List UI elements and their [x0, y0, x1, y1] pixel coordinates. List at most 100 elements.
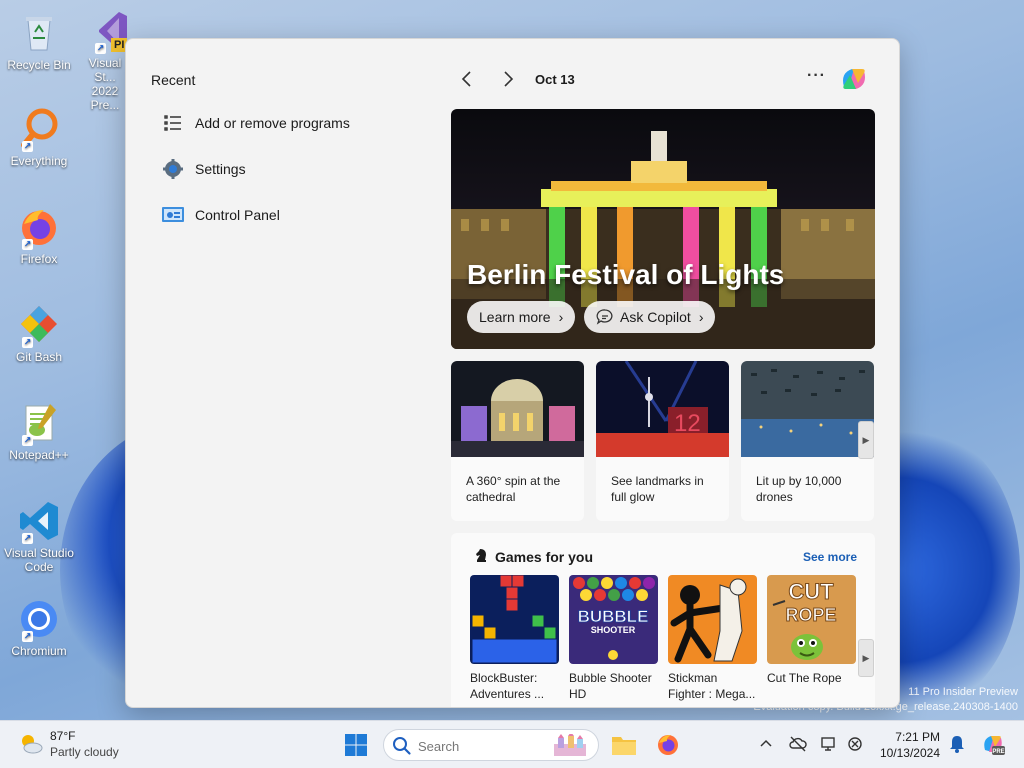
- story-card-cathedral[interactable]: A 360° spin at the cathedral: [451, 361, 584, 521]
- desktop-icon-notepadpp[interactable]: ↗ Notepad++: [4, 400, 74, 462]
- recent-item-add-remove-programs[interactable]: Add or remove programs: [161, 111, 350, 135]
- chevron-right-icon: ›: [698, 309, 704, 325]
- chat-bubble-icon: [596, 308, 614, 326]
- games-see-more-link[interactable]: See more: [803, 550, 857, 564]
- feed-date: Oct 13: [535, 72, 575, 87]
- cards-scroll-right-button[interactable]: ▶: [858, 421, 874, 459]
- network-icon[interactable]: [820, 735, 838, 753]
- story-card-caption: Lit up by 10,000 drones: [756, 474, 842, 504]
- blockbuster-image: [470, 575, 559, 664]
- recent-item-label: Control Panel: [195, 207, 280, 223]
- desktop-icon-git-bash[interactable]: ↗ Git Bash: [4, 302, 74, 364]
- next-day-button[interactable]: [498, 69, 518, 89]
- story-card-drones[interactable]: Lit up by 10,000 drones: [741, 361, 874, 521]
- desktop-icon-recycle-bin[interactable]: Recycle Bin: [4, 10, 74, 72]
- taskbar-search-box[interactable]: [383, 729, 599, 761]
- firefox-icon: [658, 735, 678, 755]
- cut-the-rope-image: CUT ROPE: [767, 575, 856, 664]
- recent-item-control-panel[interactable]: Control Panel: [161, 203, 280, 227]
- vscode-icon: ↗: [16, 498, 62, 544]
- clock-time[interactable]: 7:21 PM: [880, 730, 940, 744]
- learn-more-button[interactable]: Learn more ›: [467, 301, 576, 333]
- story-card-caption: A 360° spin at the cathedral: [466, 474, 561, 504]
- desktop-icon-label: Everything: [10, 154, 68, 168]
- drones-image: [741, 361, 874, 457]
- ask-copilot-button[interactable]: Ask Copilot ›: [584, 301, 716, 333]
- desktop-icon-label: Firefox: [20, 252, 58, 266]
- windows-logo-icon: [345, 734, 367, 756]
- desktop-icon-chromium[interactable]: ↗ Chromium: [4, 596, 74, 658]
- games-scroll-right-button[interactable]: ▶: [858, 639, 874, 677]
- start-menu: Recent Add or remove programs Settings C…: [125, 38, 900, 708]
- volume-muted-icon[interactable]: [846, 735, 864, 753]
- onedrive-offline-icon[interactable]: [789, 735, 807, 753]
- weather-description[interactable]: Partly cloudy: [50, 745, 119, 759]
- control-panel-icon: [161, 203, 185, 227]
- games-heading: Games for you: [495, 549, 594, 565]
- shortcut-arrow-icon: ↗: [95, 43, 106, 54]
- svg-text:ROPE: ROPE: [785, 605, 836, 625]
- partly-cloudy-icon[interactable]: [18, 731, 44, 757]
- more-options-button[interactable]: ···: [807, 67, 826, 85]
- desktop-icon-label: Chromium: [11, 644, 67, 658]
- desktop-icon-firefox[interactable]: ↗ Firefox: [4, 204, 74, 266]
- desktop-icon-label: Visual St... 2022 Pre...: [88, 56, 122, 112]
- copilot-taskbar-button[interactable]: PRE: [980, 731, 1006, 757]
- shortcut-arrow-icon: ↗: [22, 631, 33, 642]
- desktop-icon-label: Visual Studio Code: [4, 546, 74, 574]
- git-bash-icon: ↗: [16, 302, 62, 348]
- folder-icon: [612, 737, 636, 755]
- game-tile-blockbuster[interactable]: BlockBuster: Adventures ...: [470, 575, 559, 702]
- game-tile-cut-the-rope[interactable]: CUT ROPE Cut The Rope: [767, 575, 856, 686]
- cathedral-image: [451, 361, 584, 457]
- learn-more-label: Learn more: [479, 309, 551, 325]
- tv-tower-image: 12: [596, 361, 729, 457]
- game-tile-stickman-fighter[interactable]: Stickman Fighter : Mega...: [668, 575, 757, 702]
- search-highlight-castle-icon: [550, 732, 590, 763]
- bubble-shooter-image: BUBBLE SHOOTER: [569, 575, 658, 664]
- firefox-icon: ↗: [16, 204, 62, 250]
- file-explorer-button[interactable]: [608, 729, 640, 761]
- desktop-icon-label: Git Bash: [15, 350, 63, 364]
- weather-temperature[interactable]: 87°F: [50, 729, 75, 743]
- stickman-fighter-image: [668, 575, 757, 664]
- recycle-bin-icon: [16, 10, 62, 56]
- svg-text:12: 12: [674, 410, 701, 437]
- svg-text:SHOOTER: SHOOTER: [591, 625, 636, 635]
- previous-day-button[interactable]: [457, 69, 477, 89]
- taskbar: 87°F Partly cloudy 7:21 PM 10/13/2024 PR…: [0, 720, 1024, 768]
- shortcut-arrow-icon: ↗: [22, 141, 33, 152]
- recent-item-settings[interactable]: Settings: [161, 157, 246, 181]
- game-name: Stickman Fighter : Mega...: [668, 671, 756, 701]
- chevron-right-icon: [504, 71, 514, 87]
- start-button[interactable]: [340, 729, 372, 761]
- desktop-icon-label: Recycle Bin: [7, 58, 71, 72]
- hero-story-card[interactable]: Berlin Festival of Lights Learn more › A…: [451, 109, 875, 349]
- recent-item-label: Settings: [195, 161, 246, 177]
- desktop-icon-vscode[interactable]: ↗ Visual Studio Code: [4, 498, 74, 574]
- search-input[interactable]: [418, 736, 548, 756]
- build-watermark-line1: 11 Pro Insider Preview: [908, 686, 1018, 698]
- story-card-landmarks[interactable]: 12 See landmarks in full glow: [596, 361, 729, 521]
- desktop-icon-everything[interactable]: ↗ Everything: [4, 106, 74, 168]
- game-tile-bubble-shooter[interactable]: BUBBLE SHOOTER Bubble Shooter HD: [569, 575, 658, 702]
- chess-knight-icon: [473, 547, 489, 563]
- hero-title: Berlin Festival of Lights: [467, 259, 785, 290]
- game-name: Bubble Shooter HD: [569, 671, 652, 701]
- copilot-icon[interactable]: [838, 63, 870, 95]
- search-icon: [392, 736, 412, 761]
- shortcut-arrow-icon: ↗: [22, 435, 33, 446]
- recent-heading: Recent: [151, 72, 196, 88]
- chevron-right-icon: ›: [558, 309, 564, 325]
- desktop-icon-label: Notepad++: [9, 448, 69, 462]
- notification-bell-icon[interactable]: [948, 735, 966, 753]
- svg-text:BUBBLE: BUBBLE: [578, 607, 649, 626]
- story-card-caption: See landmarks in full glow: [611, 474, 704, 504]
- chevron-left-icon: [461, 71, 471, 87]
- svg-text:CUT: CUT: [788, 579, 834, 604]
- svg-text:PRE: PRE: [992, 749, 1004, 755]
- firefox-taskbar-button[interactable]: [652, 729, 684, 761]
- clock-date[interactable]: 10/13/2024: [870, 746, 940, 760]
- game-name: Cut The Rope: [767, 671, 842, 685]
- chevron-up-icon[interactable]: [757, 735, 775, 753]
